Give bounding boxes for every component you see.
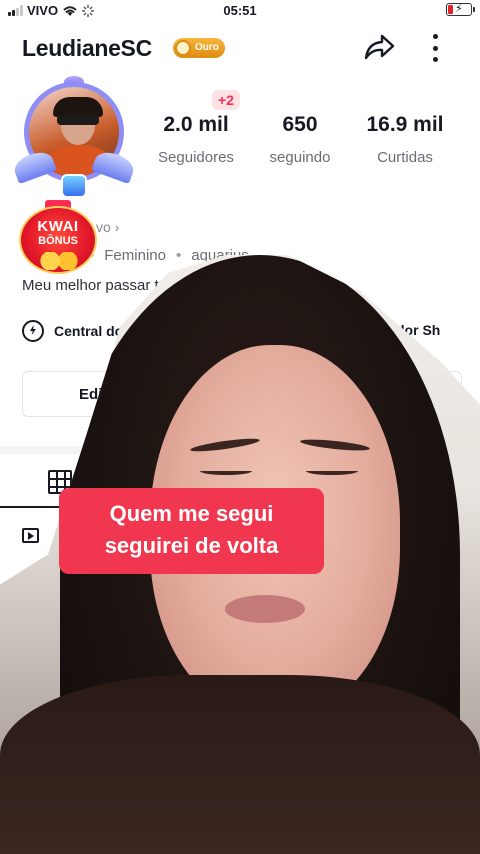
- playlist-icon[interactable]: [22, 528, 39, 543]
- lightning-icon: [22, 320, 44, 342]
- video-caption: Quem me segui seguirei de volta: [59, 488, 324, 574]
- username: LeudianeSC: [22, 35, 152, 61]
- chevron-right-icon: ›: [114, 219, 120, 235]
- frame-emblem-icon: [61, 174, 87, 198]
- followers-count: 2.0 mil: [163, 113, 229, 136]
- new-followers-badge: +2: [212, 90, 240, 110]
- kwai-subtitle: BÔNUS: [38, 235, 78, 247]
- badge-label: Ouro: [195, 42, 219, 53]
- more-options-icon[interactable]: [426, 32, 444, 64]
- status-bar: VIVO 05:51 ⚡: [0, 0, 480, 22]
- profile-header: LeudianeSC Ouro: [22, 30, 462, 66]
- separator: •: [175, 247, 182, 264]
- kwai-bonus-button[interactable]: KWAI BÔNUS: [19, 200, 97, 274]
- clock: 05:51: [223, 3, 257, 18]
- following-count: 650: [282, 113, 318, 136]
- likes-count: 16.9 mil: [366, 113, 444, 136]
- level-badge[interactable]: Ouro: [173, 38, 225, 58]
- creator-center-label: Central do: [54, 323, 124, 339]
- followers-label: Seguidores: [158, 149, 234, 166]
- stat-followers[interactable]: 2.0 mil Seguidores: [146, 113, 246, 166]
- coin-icon: [175, 40, 191, 56]
- stat-likes[interactable]: 16.9 mil Curtidas: [355, 113, 455, 166]
- likes-label: Curtidas: [377, 149, 433, 166]
- battery-icon: ⚡: [446, 3, 475, 16]
- following-label: seguindo: [269, 149, 331, 166]
- profile-link[interactable]: vo ›: [96, 219, 119, 235]
- creator-center-link[interactable]: Central do: [22, 318, 123, 344]
- coins-icon: [37, 252, 81, 270]
- kwai-title: KWAI: [37, 218, 79, 235]
- caption-line: seguirei de volta: [104, 533, 279, 558]
- caption-line: Quem me segui: [109, 501, 274, 526]
- profile-link-text: vo: [96, 219, 111, 235]
- tag: Feminino: [104, 247, 166, 264]
- share-icon[interactable]: [362, 30, 396, 64]
- avatar[interactable]: [11, 76, 137, 204]
- stat-following[interactable]: 650 seguindo: [260, 113, 340, 166]
